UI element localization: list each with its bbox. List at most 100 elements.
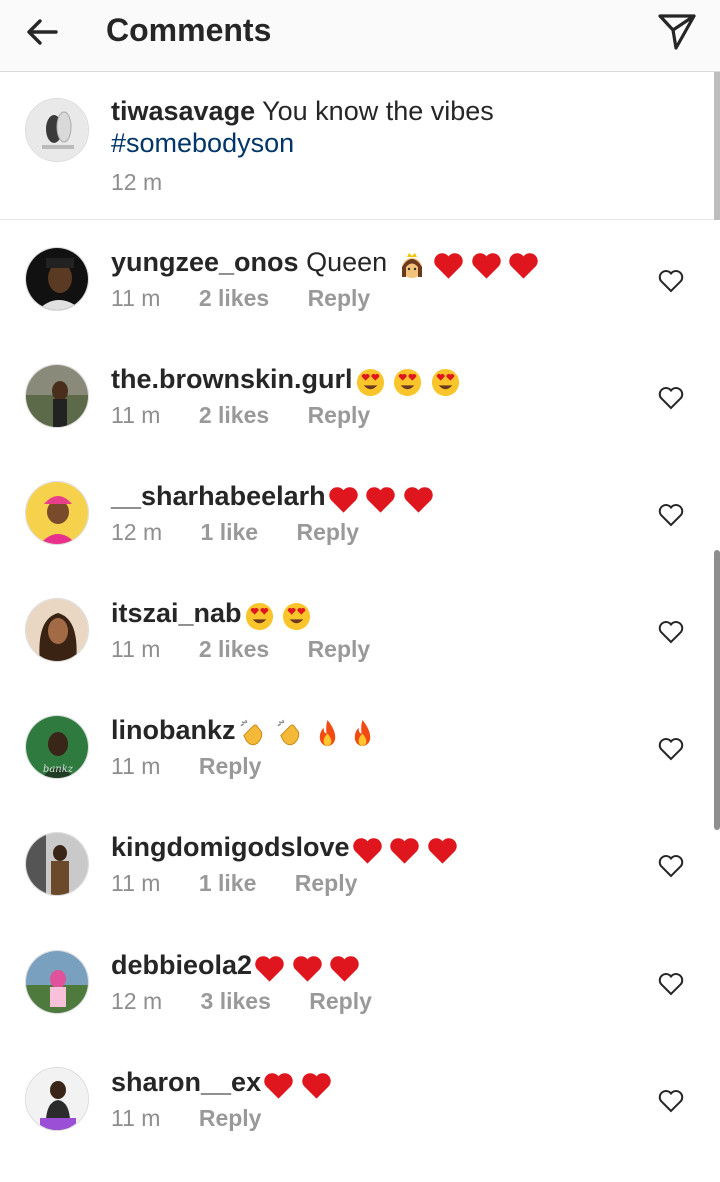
comment-item: the.brownskin.gurl 11 m 2 likes Reply [0, 362, 714, 479]
comment-body: Queen [306, 247, 388, 277]
top-bar: Comments [0, 0, 720, 72]
avatar[interactable] [25, 481, 89, 545]
heart-outline-icon [658, 504, 684, 527]
emoji-group [254, 950, 359, 984]
comment-text: debbieola2 [111, 948, 359, 984]
heart-icon [390, 837, 419, 864]
avatar[interactable] [25, 950, 89, 1014]
clap-icon [277, 719, 300, 746]
arrow-left-icon [27, 19, 58, 45]
reply-button[interactable]: Reply [308, 636, 371, 663]
emoji-group [263, 1067, 331, 1101]
heart-outline-icon [658, 738, 684, 761]
like-button[interactable] [658, 736, 684, 762]
heart-outline-icon [658, 270, 684, 293]
comment-username[interactable]: the.brownskin.gurl [111, 364, 353, 394]
comment-timestamp: 11 m [111, 1105, 161, 1131]
heart-outline-icon [658, 855, 684, 878]
comment-meta: 12 m 1 like Reply [111, 519, 391, 546]
like-button[interactable] [658, 853, 684, 879]
comment-item: sharon__ex 11 m Reply [0, 1065, 714, 1182]
back-button[interactable] [22, 12, 62, 52]
avatar[interactable] [25, 1067, 89, 1131]
comment-timestamp: 12 m [111, 519, 163, 545]
share-button[interactable] [656, 10, 698, 52]
heart-eyes-icon [245, 603, 273, 631]
reply-button[interactable]: Reply [309, 988, 372, 1015]
comment-username[interactable]: __sharhabeelarh [111, 481, 326, 511]
avatar[interactable] [25, 98, 89, 162]
caption-timestamp: 12 m [111, 169, 163, 195]
comment-item: __sharhabeelarh 12 m 1 like Reply [0, 479, 714, 596]
like-button[interactable] [658, 619, 684, 645]
heart-eyes-icon [356, 369, 384, 397]
reply-button[interactable]: Reply [295, 870, 358, 897]
like-button[interactable] [658, 1088, 684, 1114]
comment-username[interactable]: sharon__ex [111, 1067, 261, 1097]
comment-username[interactable]: itszai_nab [111, 598, 242, 628]
comment-username[interactable]: yungzee_onos [111, 247, 299, 277]
avatar[interactable]: bankz [25, 715, 89, 779]
reply-button[interactable]: Reply [199, 1105, 262, 1132]
comment-username[interactable]: kingdomigodslove [111, 832, 350, 862]
emoji-group [355, 364, 460, 398]
heart-icon [255, 955, 284, 982]
comment-meta: 11 m 2 likes Reply [111, 636, 402, 663]
reply-button[interactable]: Reply [308, 285, 371, 312]
likes-count[interactable]: 2 likes [199, 636, 269, 663]
heart-icon [427, 837, 457, 864]
comment-meta: 11 m 2 likes Reply [111, 285, 402, 312]
like-button[interactable] [658, 268, 684, 294]
comment-text: yungzee_onos Queen [111, 245, 538, 281]
avatar[interactable] [25, 832, 89, 896]
heart-outline-icon [658, 387, 684, 410]
heart-icon [366, 486, 395, 513]
comment-username[interactable]: linobankz [111, 715, 236, 745]
comment-item: bankz linobankz 11 m Reply [0, 713, 714, 830]
comment-username[interactable]: debbieola2 [111, 950, 252, 980]
reply-button[interactable]: Reply [296, 519, 359, 546]
comment-timestamp: 11 m [111, 636, 161, 662]
heart-icon [403, 486, 433, 513]
like-button[interactable] [658, 385, 684, 411]
emoji-group [352, 832, 457, 866]
likes-count[interactable]: 1 like [199, 870, 257, 897]
likes-count[interactable]: 2 likes [199, 285, 269, 312]
heart-icon [434, 252, 463, 279]
princess-emoji-icon [401, 252, 422, 278]
heart-outline-icon [658, 1090, 684, 1113]
caption-body: You know the vibes [262, 96, 494, 126]
hashtag-link[interactable]: #somebodyson [111, 127, 671, 159]
like-button[interactable] [658, 502, 684, 528]
heart-outline-icon [658, 621, 684, 644]
svg-text:bankz: bankz [43, 764, 74, 775]
reply-button[interactable]: Reply [308, 402, 371, 429]
comment-text: kingdomigodslove [111, 830, 457, 866]
page-title: Comments [106, 12, 272, 48]
scrollbar-thumb[interactable] [714, 550, 720, 830]
comment-timestamp: 12 m [111, 988, 163, 1014]
emoji-group [244, 598, 312, 632]
comment-timestamp: 11 m [111, 285, 161, 311]
caption-username[interactable]: tiwasavage [111, 96, 255, 126]
avatar[interactable] [25, 364, 89, 428]
comment-item: itszai_nab 11 m 2 likes Reply [0, 596, 714, 713]
emoji-group [238, 715, 377, 749]
likes-count[interactable]: 2 likes [199, 402, 269, 429]
clap-icon [240, 719, 262, 746]
heart-icon [292, 955, 322, 982]
comment-meta: 11 m 1 like Reply [111, 870, 389, 897]
avatar[interactable] [25, 247, 89, 311]
heart-icon [352, 837, 382, 864]
heart-icon [330, 955, 359, 982]
like-button[interactable] [658, 971, 684, 997]
heart-eyes-icon [431, 369, 459, 397]
likes-count[interactable]: 1 like [201, 519, 259, 546]
heart-icon [509, 252, 538, 279]
heart-eyes-icon [283, 603, 311, 631]
heart-icon [264, 1072, 293, 1099]
reply-button[interactable]: Reply [199, 753, 262, 780]
likes-count[interactable]: 3 likes [201, 988, 271, 1015]
avatar[interactable] [25, 598, 89, 662]
comment-text: the.brownskin.gurl [111, 362, 460, 398]
